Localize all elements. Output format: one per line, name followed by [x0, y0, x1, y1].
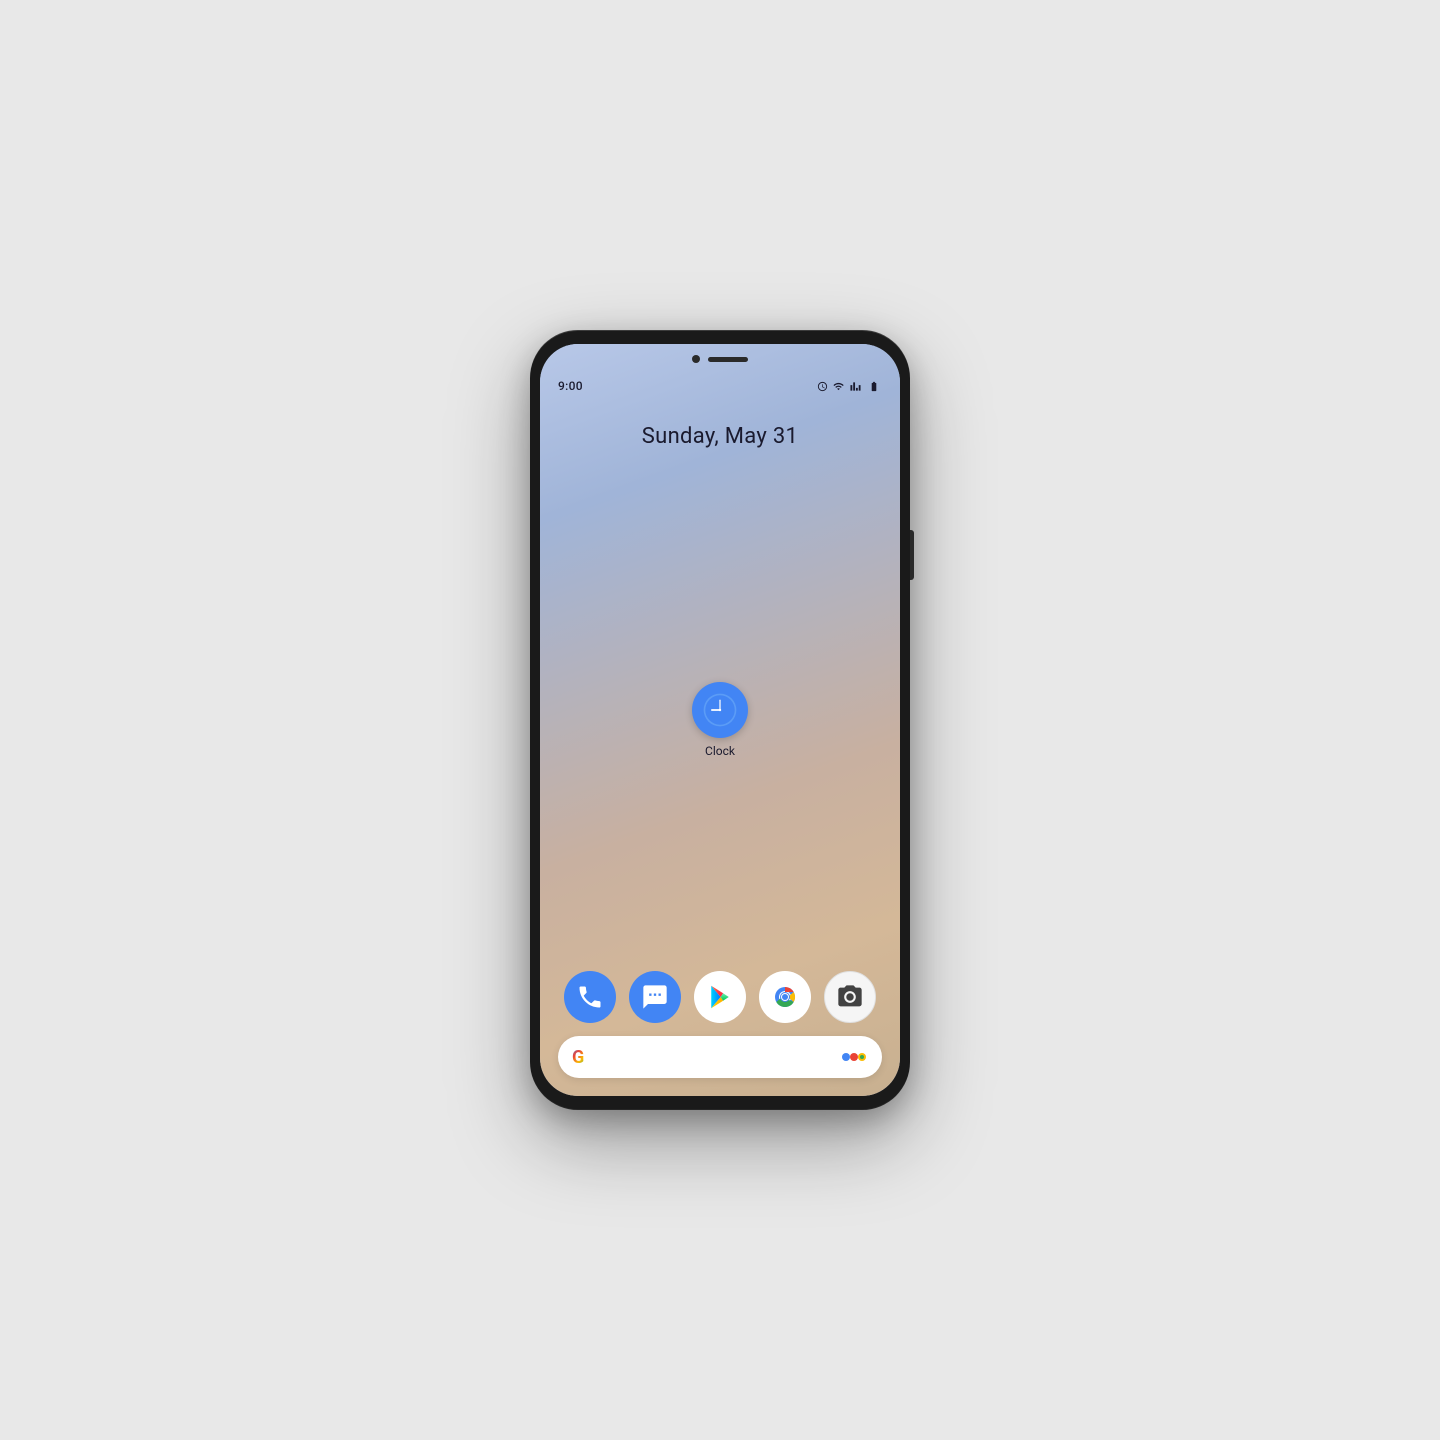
- wifi-icon: [832, 381, 845, 392]
- front-camera: [692, 355, 700, 363]
- notch-area: [540, 344, 900, 374]
- camera-icon: [836, 983, 864, 1011]
- status-time: 9:00: [558, 379, 583, 393]
- app-dock: [558, 963, 882, 1031]
- google-g-logo: G: [572, 1047, 584, 1068]
- play-store-icon: [705, 982, 735, 1012]
- google-assistant-icon[interactable]: [840, 1047, 868, 1067]
- signal-icon: [849, 381, 862, 392]
- alarm-icon: [817, 381, 828, 392]
- clock-app[interactable]: Clock: [692, 682, 748, 758]
- earpiece-speaker: [708, 357, 748, 362]
- clock-app-label: Clock: [705, 744, 735, 758]
- camera-app-icon[interactable]: [824, 971, 876, 1023]
- google-search-bar[interactable]: G: [558, 1036, 882, 1078]
- battery-icon: [866, 381, 882, 392]
- clock-svg: [702, 692, 738, 728]
- phone-screen: 9:00: [540, 344, 900, 1096]
- date-text: Sunday, May 31: [642, 424, 798, 449]
- chrome-app-icon[interactable]: [759, 971, 811, 1023]
- phone-icon: [576, 983, 604, 1011]
- date-display: Sunday, May 31: [540, 424, 900, 449]
- status-icons: [817, 381, 882, 392]
- messages-app-icon[interactable]: [629, 971, 681, 1023]
- phone-device: 9:00: [530, 330, 910, 1110]
- chrome-icon: [769, 981, 801, 1013]
- status-bar: 9:00: [540, 374, 900, 398]
- clock-app-icon[interactable]: [692, 682, 748, 738]
- play-store-app-icon[interactable]: [694, 971, 746, 1023]
- messages-icon: [641, 983, 669, 1011]
- home-screen: 9:00: [540, 344, 900, 1096]
- phone-app-icon[interactable]: [564, 971, 616, 1023]
